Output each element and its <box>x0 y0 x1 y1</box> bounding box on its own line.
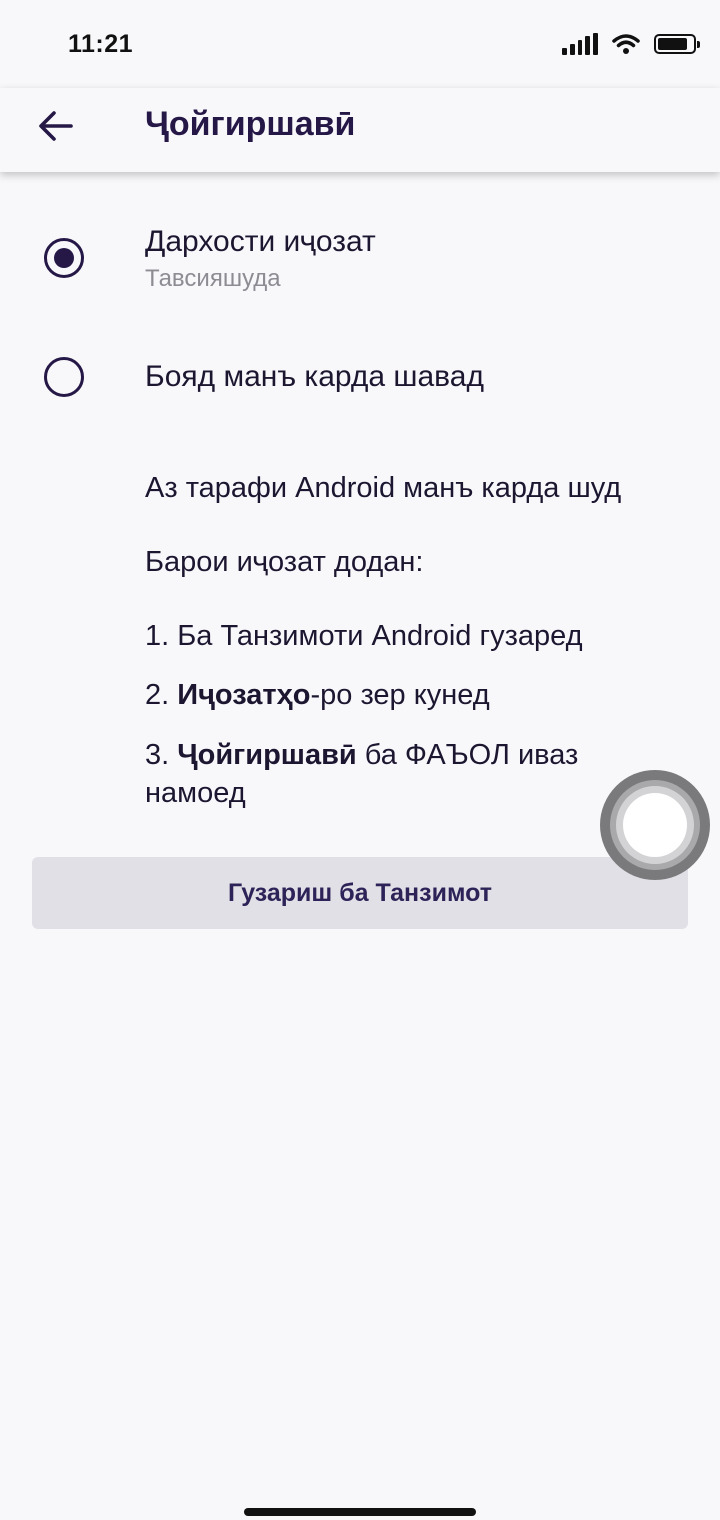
step-number: 3. <box>145 739 178 771</box>
status-bar: 11:21 <box>0 0 720 88</box>
option-request-permission[interactable]: Дархости иҷозат Тавсияшуда <box>0 210 720 310</box>
arrow-left-icon <box>39 111 73 141</box>
go-to-settings-button[interactable]: Гузариш ба Танзимот <box>32 857 688 929</box>
option-label: Дархости иҷозат <box>145 225 376 258</box>
status-icons <box>562 28 700 60</box>
battery-icon <box>654 34 700 54</box>
home-indicator[interactable] <box>244 1508 476 1516</box>
instructions-heading: Барои иҷозат додан: <box>145 546 424 578</box>
step-bold-text: Иҷозатҳо <box>177 679 311 711</box>
instruction-step-3: 3. Ҷойгиршавӣ ба ФАЪОЛ иваз намоед <box>145 736 685 812</box>
denied-message: Аз тарафи Android манъ карда шуд <box>145 472 622 504</box>
cellular-signal-icon <box>562 33 598 55</box>
page-title: Ҷойгиршавӣ <box>145 105 356 143</box>
instruction-step-2: 2. Иҷозатҳо-ро зер кунед <box>145 676 685 714</box>
step-number: 2. <box>145 679 178 711</box>
option-sublabel: Тавсияшуда <box>145 265 281 292</box>
radio-checked-icon[interactable] <box>44 238 84 278</box>
instruction-step-1: 1. Ба Танзимоти Android гузаред <box>145 620 583 652</box>
back-button[interactable] <box>24 96 88 156</box>
assistive-touch-button[interactable] <box>600 770 710 880</box>
status-time: 11:21 <box>68 30 134 58</box>
option-should-deny[interactable]: Бояд манъ карда шавад <box>0 340 720 416</box>
step-text: -ро зер кунед <box>310 679 490 711</box>
step-bold-text: Ҷойгиршавӣ <box>177 739 357 771</box>
option-label: Бояд манъ карда шавад <box>145 360 484 393</box>
app-bar: Ҷойгиршавӣ <box>0 88 720 172</box>
wifi-icon <box>612 34 640 54</box>
screen: 11:21 Ҷойгиршавӣ Дархости иҷозат Тавсияш… <box>0 0 720 1520</box>
radio-unchecked-icon[interactable] <box>44 357 84 397</box>
